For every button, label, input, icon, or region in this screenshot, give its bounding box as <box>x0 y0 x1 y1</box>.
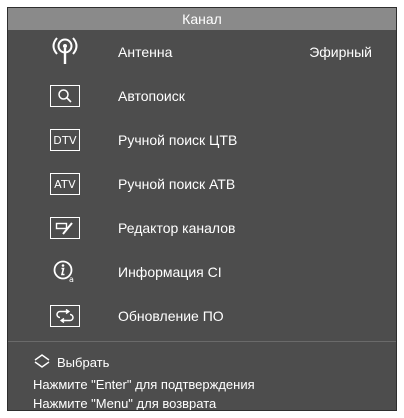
menu-title: Канал <box>8 8 396 30</box>
menu-item-antenna[interactable]: Антенна Эфирный <box>8 30 396 74</box>
back-hint: Нажмите "Menu" для возврата <box>33 396 217 411</box>
search-icon <box>48 82 82 110</box>
menu-item-label: Автопоиск <box>118 88 185 104</box>
dtv-icon: DTV <box>48 126 82 154</box>
menu-item-dtv-manual-search[interactable]: DTV Ручной поиск ЦТВ <box>8 118 396 162</box>
up-down-icon <box>33 354 57 371</box>
menu-item-label: Ручной поиск ЦТВ <box>118 132 238 148</box>
menu-item-channel-editor[interactable]: Редактор каналов <box>8 206 396 250</box>
channel-edit-icon <box>48 214 82 242</box>
antenna-icon <box>48 37 82 66</box>
footer-hints: Выбрать Нажмите "Enter" для подтверждени… <box>8 341 396 411</box>
confirm-hint: Нажмите "Enter" для подтверждения <box>33 377 255 392</box>
menu-item-ci-info[interactable]: a Информация CI <box>8 250 396 294</box>
menu-item-label: Информация CI <box>118 264 222 280</box>
menu-item-label: Ручной поиск АТВ <box>118 176 236 192</box>
menu-item-label: Антенна <box>118 44 173 60</box>
antenna-value: Эфирный <box>309 44 372 60</box>
menu-item-atv-manual-search[interactable]: ATV Ручной поиск АТВ <box>8 162 396 206</box>
menu-item-software-update[interactable]: Обновление ПО <box>8 294 396 338</box>
menu-item-auto-search[interactable]: Автопоиск <box>8 74 396 118</box>
select-label: Выбрать <box>57 355 110 370</box>
ci-info-icon: a <box>48 258 82 286</box>
atv-icon: ATV <box>48 170 82 198</box>
dtv-icon-text: DTV <box>50 129 80 151</box>
software-update-icon <box>48 302 82 330</box>
menu-item-label: Редактор каналов <box>118 220 236 236</box>
channel-menu-panel: Канал Антенна Эфирный Автопоиск DTV Ручн… <box>7 7 397 411</box>
atv-icon-text: ATV <box>50 173 80 195</box>
svg-text:a: a <box>69 275 74 284</box>
menu-item-label: Обновление ПО <box>118 308 224 324</box>
select-hint: Выбрать <box>33 354 109 371</box>
